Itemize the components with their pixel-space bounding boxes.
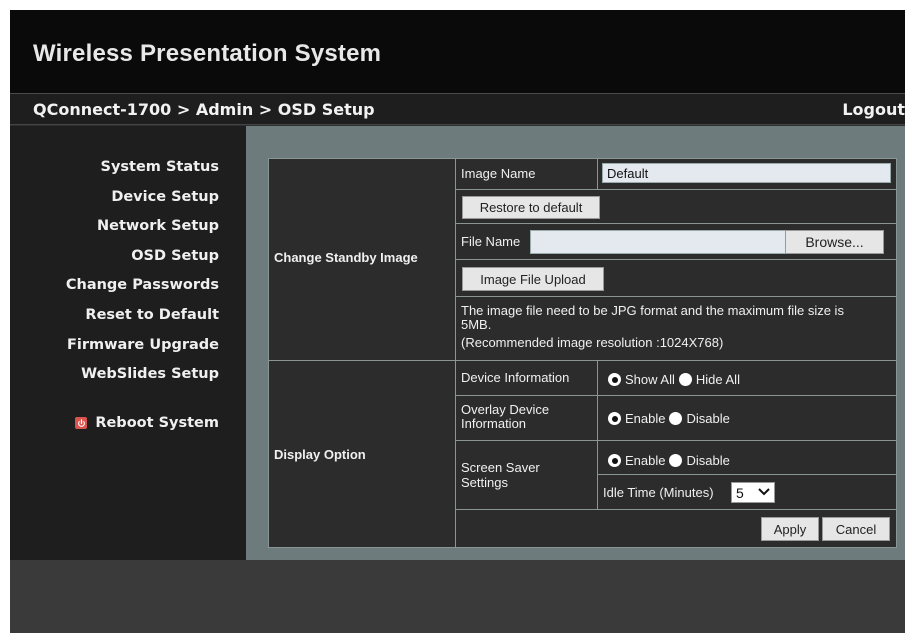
file-name-label: File Name	[461, 234, 521, 249]
screensaver-disable-radio[interactable]	[669, 454, 683, 467]
overlay-disable-radio[interactable]	[669, 412, 683, 425]
overlay-options-cell: Enable Disable	[597, 395, 897, 441]
sidebar: System Status Device Setup Network Setup…	[10, 126, 246, 560]
action-row: Apply Cancel	[455, 509, 897, 548]
sidebar-item-device-setup[interactable]: Device Setup	[111, 189, 219, 205]
hide-all-label: Hide All	[695, 372, 740, 387]
screensaver-label-cell: Screen Saver Settings	[455, 440, 598, 510]
upload-row: Image File Upload	[455, 259, 897, 297]
reboot-system-label: Reboot System	[95, 415, 219, 431]
standby-section-header: Change Standby Image	[268, 158, 456, 361]
overlay-label-line1: Overlay Device	[461, 402, 550, 417]
upload-note-line1: The image file need to be JPG format and…	[461, 303, 844, 318]
image-name-label: Image Name	[461, 166, 536, 181]
overlay-label-cell: Overlay Device Information	[455, 395, 598, 441]
apply-button[interactable]: Apply	[761, 517, 819, 541]
overlay-disable-label: Disable	[686, 411, 730, 426]
top-bar: QConnect-1700 > Admin > OSD Setup Logout	[10, 93, 905, 125]
sidebar-item-change-passwords[interactable]: Change Passwords	[66, 277, 219, 293]
sidebar-item-firmware-upgrade[interactable]: Firmware Upgrade	[67, 337, 219, 353]
sidebar-item-osd-setup[interactable]: OSD Setup	[131, 248, 219, 264]
screensaver-label-line1: Screen Saver	[461, 460, 540, 475]
display-section-header: Display Option	[268, 360, 456, 548]
overlay-enable-radio[interactable]	[608, 412, 621, 425]
app-window: Wireless Presentation System QConnect-17…	[10, 10, 905, 633]
device-info-label: Device Information	[461, 370, 570, 385]
display-section-label: Display Option	[274, 447, 366, 462]
restore-default-button[interactable]: Restore to default	[462, 196, 600, 219]
footer	[10, 560, 905, 633]
main-content: Change Standby Image Image Name Default …	[246, 126, 905, 560]
device-info-label-cell: Device Information	[455, 360, 598, 396]
idle-time-value: 5	[736, 484, 744, 501]
device-info-options-cell: Show All Hide All	[597, 360, 897, 396]
browse-button[interactable]: Browse...	[785, 230, 884, 254]
sidebar-item-webslides-setup[interactable]: WebSlides Setup	[81, 366, 219, 382]
idle-time-label: Idle Time (Minutes)	[603, 485, 714, 500]
sidebar-item-network-setup[interactable]: Network Setup	[97, 218, 219, 234]
file-name-row: File Name Browse...	[455, 223, 897, 260]
standby-section-label: Change Standby Image	[274, 250, 418, 265]
breadcrumb: QConnect-1700 > Admin > OSD Setup	[33, 100, 375, 119]
app-title: Wireless Presentation System	[33, 40, 382, 67]
overlay-enable-label: Enable	[625, 411, 666, 426]
image-name-label-cell: Image Name	[455, 158, 598, 190]
screensaver-radio-group: Enable Disable	[608, 453, 734, 468]
image-name-value-cell: Default	[597, 158, 897, 190]
device-info-radio-group: Show All Hide All	[608, 372, 744, 387]
show-all-radio[interactable]	[608, 373, 621, 386]
screensaver-enable-label: Enable	[625, 453, 666, 468]
hide-all-radio[interactable]	[678, 373, 692, 386]
overlay-label-line2: Information	[461, 416, 527, 431]
restore-row: Restore to default	[455, 189, 897, 224]
screensaver-enable-radio[interactable]	[608, 454, 621, 467]
cancel-button[interactable]: Cancel	[822, 517, 890, 541]
screensaver-options-cell: Enable Disable	[597, 440, 897, 475]
screensaver-disable-label: Disable	[686, 453, 730, 468]
reboot-system-link[interactable]: Reboot System	[75, 415, 219, 431]
idle-time-select[interactable]: 5	[731, 482, 775, 503]
image-name-input[interactable]: Default	[602, 163, 891, 183]
power-icon	[75, 417, 88, 429]
upload-note-line3: (Recommended image resolution :1024X768)	[461, 335, 724, 350]
chevron-down-icon	[758, 488, 770, 496]
screensaver-label-line2: Settings	[461, 475, 508, 490]
logout-link[interactable]: Logout	[842, 100, 905, 119]
file-name-input[interactable]	[530, 230, 786, 254]
upload-note-row: The image file need to be JPG format and…	[455, 296, 897, 361]
sidebar-item-system-status[interactable]: System Status	[101, 159, 220, 175]
overlay-radio-group: Enable Disable	[608, 411, 734, 426]
header: Wireless Presentation System	[10, 10, 905, 93]
show-all-label: Show All	[625, 372, 675, 387]
sidebar-item-reset-to-default[interactable]: Reset to Default	[85, 307, 219, 323]
idle-time-cell: Idle Time (Minutes) 5	[597, 474, 897, 510]
upload-note-line2: 5MB.	[461, 317, 492, 332]
image-upload-button[interactable]: Image File Upload	[462, 267, 604, 291]
